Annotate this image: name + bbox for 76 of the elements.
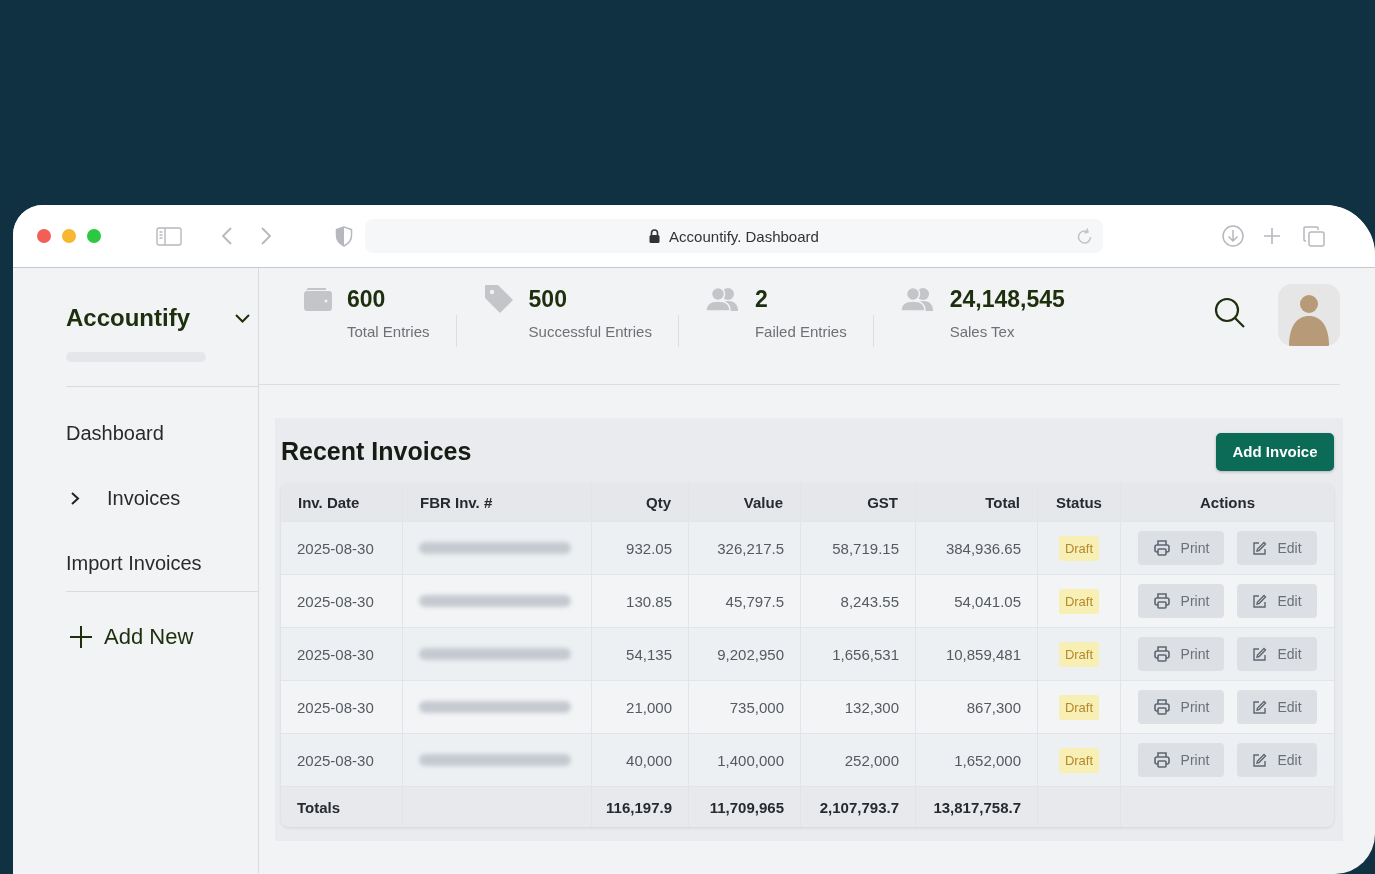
- address-bar[interactable]: Accountify. Dashboard: [365, 219, 1103, 253]
- edit-button[interactable]: Edit: [1237, 584, 1317, 618]
- printer-icon: [1152, 539, 1171, 557]
- edit-button[interactable]: Edit: [1237, 690, 1317, 724]
- status-badge: Draft: [1058, 641, 1100, 667]
- printer-icon: [1152, 698, 1171, 716]
- edit-button[interactable]: Edit: [1237, 531, 1317, 565]
- sidebar-link[interactable]: Import Invoices: [66, 551, 202, 575]
- page-address: Accountify. Dashboard: [669, 227, 819, 245]
- sidebar-item-label: Invoices: [107, 486, 181, 510]
- print-button[interactable]: Print: [1138, 637, 1224, 671]
- edit-icon: [1252, 752, 1268, 768]
- chevron-icon: [70, 490, 80, 506]
- user-avatar[interactable]: [1278, 284, 1340, 346]
- plus-icon: [69, 625, 93, 649]
- table-cell-text: 2025-08-30: [296, 591, 375, 612]
- edit-icon: [1252, 646, 1268, 662]
- table-cell-text: 2025-08-30: [296, 644, 375, 665]
- person-silhouette-icon: [1287, 292, 1331, 346]
- shield-icon[interactable]: [335, 225, 353, 247]
- print-button[interactable]: Print: [1138, 690, 1224, 724]
- total-cell: 13,817,758.7: [915, 787, 1037, 827]
- close-window-button[interactable]: [37, 229, 51, 243]
- stat-value: 600: [347, 285, 387, 314]
- print-button[interactable]: Print: [1138, 584, 1224, 618]
- printer-icon: [1152, 592, 1171, 610]
- column-header: Inv. Date: [297, 492, 361, 513]
- table-cell-text: 2025-08-30: [296, 538, 375, 559]
- lock-icon: [649, 229, 661, 243]
- edit-icon: [1252, 699, 1268, 715]
- users-icon: [899, 287, 936, 311]
- stat-label: Sales Tex: [949, 323, 1016, 340]
- stat-label: Successful Entries: [528, 323, 652, 340]
- printer-icon: [1152, 751, 1171, 769]
- tabs-overview-icon[interactable]: [1303, 225, 1325, 247]
- status-badge: Draft: [1058, 747, 1100, 773]
- total-cell: 116,197.9: [591, 787, 688, 827]
- back-icon[interactable]: [221, 226, 233, 246]
- sidebar-item[interactable]: Invoices: [66, 486, 181, 510]
- search-icon[interactable]: [1214, 297, 1246, 329]
- table-cell-text: 2025-08-30: [296, 697, 375, 718]
- total-cell: 11,709,965: [688, 787, 800, 827]
- maximize-window-button[interactable]: [87, 229, 101, 243]
- totals-label: Totals: [296, 797, 342, 818]
- add-new-button[interactable]: Add New: [66, 623, 200, 651]
- brand-name: Accountify: [66, 304, 190, 332]
- print-button[interactable]: Print: [1138, 743, 1224, 777]
- edit-icon: [1252, 593, 1268, 609]
- add-invoice-button[interactable]: Add Invoice: [1216, 432, 1334, 471]
- section-title: Recent Invoices: [281, 437, 472, 466]
- users-icon: [704, 287, 741, 311]
- stat-value: 500: [528, 285, 568, 314]
- edit-button[interactable]: Edit: [1237, 637, 1317, 671]
- status-badge: Draft: [1058, 588, 1100, 614]
- print-button[interactable]: Print: [1138, 531, 1224, 565]
- stat-label: Failed Entries: [754, 323, 847, 340]
- edit-icon: [1252, 540, 1268, 556]
- minimize-window-button[interactable]: [62, 229, 76, 243]
- total-cell: 2,107,793.7: [800, 787, 915, 827]
- stat-value: 24,148,545: [949, 285, 1065, 314]
- tag-icon: [482, 283, 515, 315]
- printer-icon: [1152, 645, 1171, 663]
- reload-icon[interactable]: [1076, 227, 1093, 245]
- sidebar-link[interactable]: Dashboard: [66, 421, 164, 445]
- download-icon[interactable]: [1222, 225, 1244, 247]
- table-cell-text: 2025-08-30: [296, 750, 375, 771]
- edit-button[interactable]: Edit: [1237, 743, 1317, 777]
- chevron-down-icon[interactable]: [235, 313, 250, 323]
- status-badge: Draft: [1058, 535, 1100, 561]
- new-tab-icon[interactable]: [1263, 227, 1281, 245]
- stat-label: Total Entries: [347, 323, 430, 340]
- status-badge: Draft: [1058, 694, 1100, 720]
- sidebar-toggle-icon[interactable]: [156, 226, 182, 246]
- forward-icon[interactable]: [260, 226, 272, 246]
- stat-value: 2: [754, 285, 769, 314]
- wallet-icon: [303, 286, 333, 312]
